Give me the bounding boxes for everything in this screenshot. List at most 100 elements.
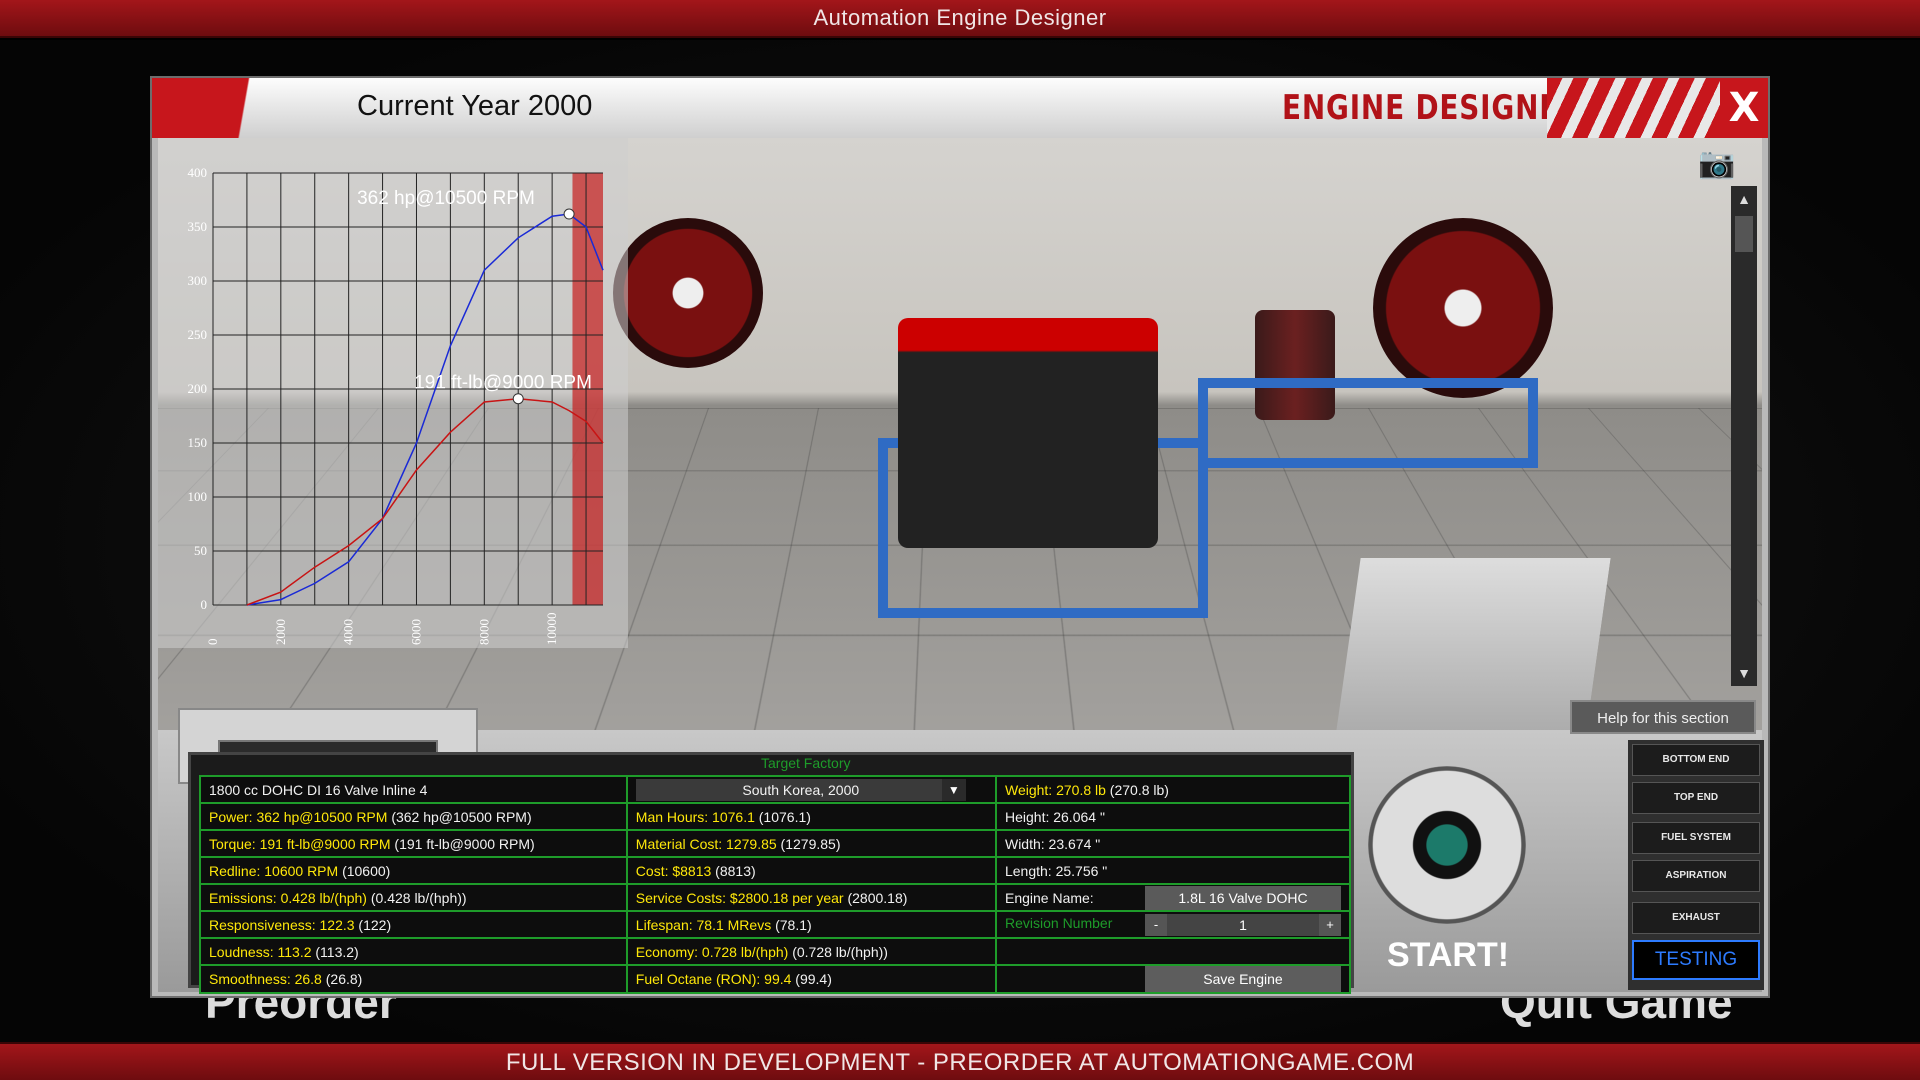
emissions-raw: (0.428 lb/(hph)) [366,889,467,906]
header-stripes [1547,78,1727,138]
y-tick-label: 200 [188,381,208,396]
loudness-stat: Loudness: 113.2 [209,943,312,960]
x-tick-label: 8000 [476,619,491,645]
y-tick-label: 400 [188,165,208,180]
chevron-down-icon[interactable]: ▼ [941,778,966,801]
material-cost-raw: (1279.85) [776,835,841,852]
economy-stat: Economy: 0.728 lb/(hph) [635,943,789,960]
start-label: START! [1386,936,1510,974]
header-red-corner [152,78,302,138]
smoothness-raw: (26.8) [321,971,363,987]
height-stat: Height: 26.064 " [994,802,1352,831]
smoothness-stat: Smoothness: 26.8 [209,971,322,987]
current-year-label: Current Year 2000 [357,90,593,122]
stats-table: 1800 cc DOHC DI 16 Valve Inline 4 South … [199,775,1352,994]
y-tick-label: 50 [194,543,207,558]
power-curve [246,213,604,606]
x-tick-label: 2000 [273,619,288,645]
x-tick-label: 0 [205,639,220,646]
revision-number-label: Revision Number [1004,915,1113,932]
redline-raw: (10600) [338,862,391,879]
cost-stat: Cost: $8813 [635,862,712,879]
material-cost-stat: Material Cost: 1279.85 [635,835,777,852]
y-tick-label: 100 [188,489,208,504]
revision-value[interactable]: 1 [1171,914,1315,936]
width-stat: Width: 23.674 " [994,829,1352,858]
responsiveness-stat: Responsiveness: 122.3 [209,916,355,933]
stats-panel: Target Factory 1800 cc DOHC DI 16 Valve … [188,752,1354,994]
camera-icon[interactable]: 📷 [1698,146,1748,180]
length-stat: Length: 25.756 " [994,856,1352,885]
close-button[interactable]: X [1720,78,1768,138]
loudness-raw: (113.2) [311,943,359,960]
dyno-fan-right [1373,218,1553,398]
y-tick-label: 350 [188,219,208,234]
nav-bottom-end[interactable]: BOTTOM END [1632,744,1760,776]
dyno-chart: 0501001502002503003504000 2000 4000 6000 800… [188,165,604,646]
engine-3d-viewport[interactable]: 0 50 100 150 200 250 300 350 400 0 2000 4000 6000 800… [158,138,1762,806]
responsiveness-raw: (122) [354,916,392,933]
nav-testing[interactable]: TESTING [1632,940,1760,980]
dyno-fan-left [613,218,763,368]
scroll-up-button[interactable]: ▲ [1731,186,1757,212]
start-button[interactable]: START! [1368,766,1528,986]
viewport-scrollbar[interactable]: ▲ ▼ [1731,186,1757,686]
y-tick-label: 150 [188,435,208,450]
footer-banner: FULL VERSION IN DEVELOPMENT - PREORDER A… [0,1042,1920,1080]
target-factory-label: Target Factory [761,755,851,771]
revision-increment-button[interactable]: + [1318,913,1341,936]
torque-stat: Torque: 191 ft-lb@9000 RPM [209,835,391,852]
engine-model[interactable] [898,318,1158,548]
help-section-button[interactable]: Help for this section [1570,700,1756,734]
engine-designer-window: Current Year 2000 ENGINE DESIGNER X 0 50 1… [150,76,1770,998]
revision-stepper: - 1 + [1144,913,1341,936]
cost-raw: (8813) [711,862,756,879]
engine-name-label: Engine Name: [1004,889,1094,906]
nav-top-end[interactable]: TOP END [1632,782,1760,814]
target-factory-dropdown[interactable]: South Korea, 2000 ▼ [635,778,966,801]
start-dial-icon [1368,766,1526,924]
y-tick-label: 0 [201,597,208,612]
bottom-panel: Target Factory 1800 cc DOHC DI 16 Valve … [158,708,1762,994]
peak-power-label: 362 hp@10500 RPM [357,188,535,209]
nav-aspiration[interactable]: ASPIRATION [1632,860,1760,892]
app-title-bar: Automation Engine Designer [0,0,1920,38]
scroll-thumb[interactable] [1735,216,1753,252]
nav-exhaust[interactable]: EXHAUST [1632,902,1760,934]
man-hours-stat: Man Hours: 1076.1 [635,808,755,825]
fuel-octane-raw: (99.4) [791,971,832,987]
peak-torque-label: 191 ft-lb@9000 RPM [414,373,592,394]
x-tick-label: 10000 [544,613,559,646]
service-costs-raw: (2800.18) [843,889,908,906]
redline-stat: Redline: 10600 RPM [209,862,339,879]
weight-raw: (270.8 lb) [1105,781,1169,798]
empty-cell [994,937,1352,966]
rear-stand-frame [1198,378,1538,468]
engine-name-input[interactable]: 1.8L 16 Valve DOHC [1144,885,1341,910]
save-engine-button[interactable]: Save Engine [1144,966,1341,992]
engine-config: 1800 cc DOHC DI 16 Valve Inline 4 [199,775,628,804]
nav-fuel-system[interactable]: FUEL SYSTEM [1632,822,1760,854]
window-header: Current Year 2000 ENGINE DESIGNER X [152,78,1768,138]
service-costs-stat: Service Costs: $2800.18 per year [635,889,844,906]
y-tick-label: 300 [188,273,208,288]
y-tick-label: 250 [188,327,208,342]
torque-curve [246,397,604,606]
emissions-stat: Emissions: 0.428 lb/(hph) [209,889,367,906]
scroll-down-button[interactable]: ▼ [1731,660,1757,686]
peak-torque-marker [512,393,524,405]
factory-value: South Korea, 2000 [742,781,860,798]
torque-raw: (191 ft-lb@9000 RPM) [390,835,535,852]
section-nav: BOTTOM END TOP END FUEL SYSTEM ASPIRATIO… [1628,740,1764,990]
revision-decrement-button[interactable]: - [1144,913,1167,936]
lifespan-raw: (78.1) [771,916,812,933]
engine-designer-title: ENGINE DESIGNER [1282,88,1582,128]
power-torque-graph: 0 50 100 150 200 250 300 350 400 0 2000 4000 6000 800… [158,138,628,648]
weight-stat: Weight: 270.8 lb [1004,781,1106,798]
x-tick-label: 6000 [408,619,423,645]
x-tick-label: 4000 [341,619,356,645]
man-hours-raw: (1076.1) [754,808,811,825]
lifespan-stat: Lifespan: 78.1 MRevs [635,916,772,933]
fuel-octane-stat: Fuel Octane (RON): 99.4 [635,971,792,987]
economy-raw: (0.728 lb/(hph)) [788,943,888,960]
